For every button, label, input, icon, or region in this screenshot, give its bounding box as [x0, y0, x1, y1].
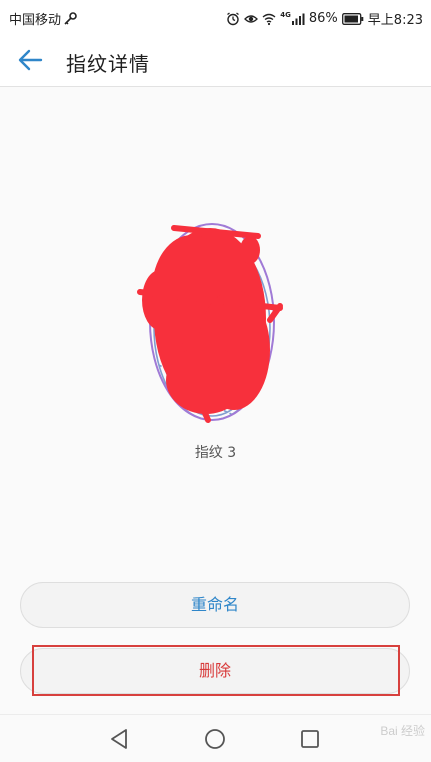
rename-label: 重命名: [190, 595, 239, 614]
battery-percent: 86%: [308, 11, 338, 26]
signal-icon: [291, 12, 305, 26]
recents-square-icon: [298, 730, 322, 755]
baidu-watermark: Bai 经验: [380, 724, 425, 738]
eye-icon: [244, 12, 259, 26]
app-bar: 指纹详情: [0, 34, 431, 87]
key-icon: [63, 11, 77, 26]
back-button[interactable]: [14, 46, 46, 74]
fingerprint-icon: [137, 223, 283, 423]
fingerprint-image: [130, 210, 290, 430]
status-right: 4G 86% 早上8:23: [226, 9, 423, 28]
screen: 中国移动 4G 86% 早上8:23 指纹详情 指纹 3 重命名 删除 Bai …: [0, 0, 431, 762]
nav-home-button[interactable]: [203, 727, 227, 751]
status-bar: 中国移动 4G 86% 早上8:23: [0, 0, 431, 34]
carrier-name: 中国移动: [9, 13, 62, 28]
home-circle-icon: [203, 729, 227, 755]
nav-bar: [0, 714, 431, 762]
battery-icon: [341, 12, 364, 25]
nav-recents-button[interactable]: [298, 727, 322, 751]
signal-group: 4G: [280, 10, 305, 26]
wifi-icon: [262, 12, 276, 26]
alarm-icon: [226, 11, 240, 26]
delete-label: 删除: [198, 661, 231, 680]
status-left: 中国移动: [9, 9, 77, 28]
network-type: 4G: [280, 10, 291, 19]
clock-time: 早上8:23: [367, 13, 423, 28]
page-title: 指纹详情: [66, 52, 150, 76]
fingerprint-label: 指纹 3: [194, 445, 237, 461]
nav-back-button[interactable]: [107, 727, 131, 751]
back-triangle-icon: [107, 729, 131, 755]
delete-button[interactable]: 删除: [20, 648, 410, 694]
arrow-left-icon: [14, 49, 46, 78]
rename-button[interactable]: 重命名: [20, 582, 410, 628]
